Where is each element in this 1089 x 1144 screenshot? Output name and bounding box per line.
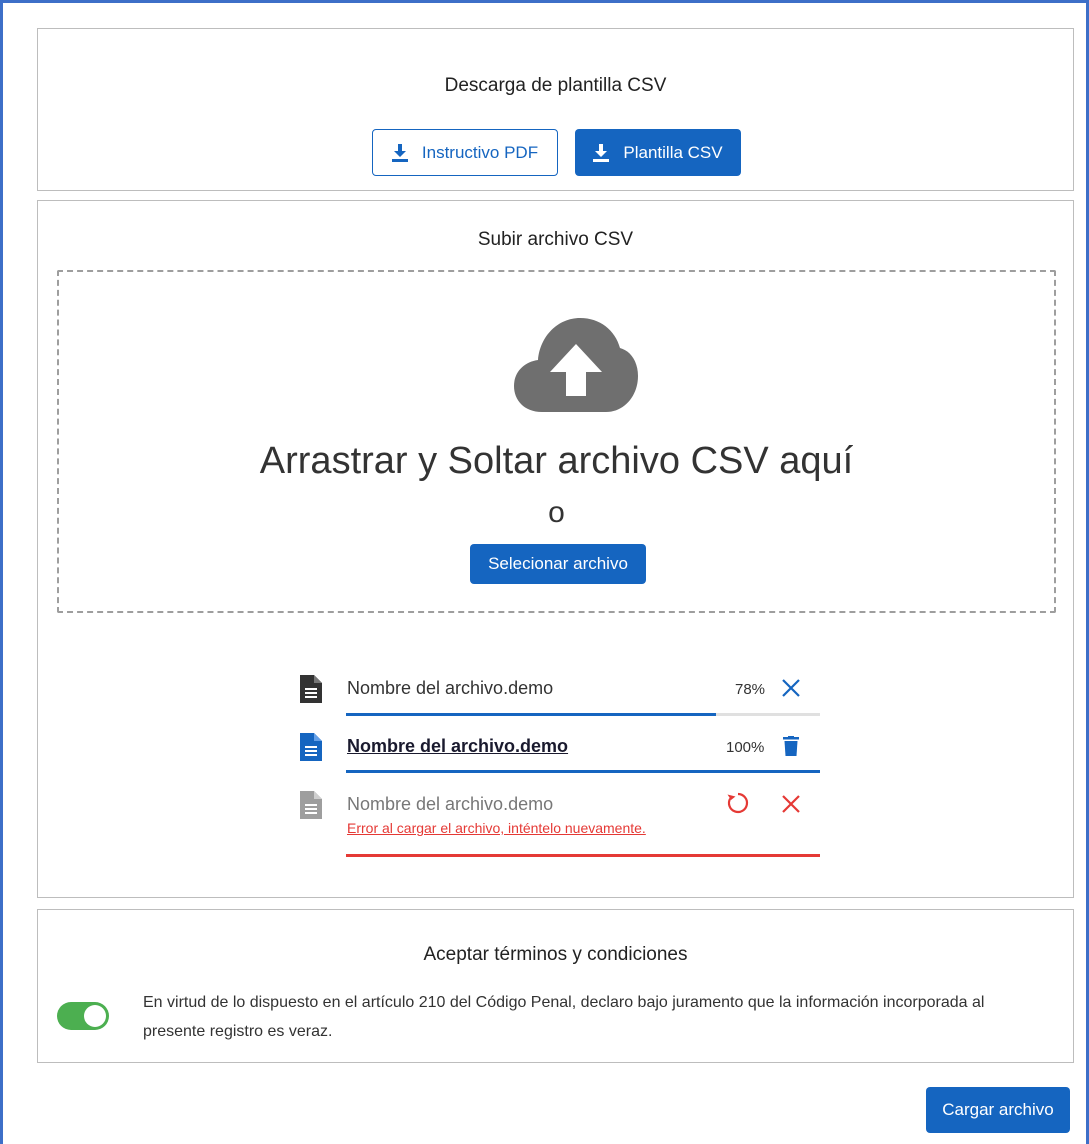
- cloud-upload-icon: [514, 318, 638, 412]
- upload-error-message: Error al cargar el archivo, inténtelo nu…: [347, 820, 646, 836]
- select-file-button[interactable]: Selecionar archivo: [470, 544, 646, 584]
- file-dropzone[interactable]: Arrastrar y Soltar archivo CSV aquí o Se…: [57, 270, 1056, 613]
- error-underline: [346, 854, 820, 857]
- upload-progress-fill: [346, 713, 716, 716]
- terms-title: Aceptar términos y condiciones: [423, 944, 688, 965]
- file-name: Nombre del archivo.demo: [347, 794, 554, 814]
- or-label: o: [548, 496, 565, 529]
- accept-terms-toggle[interactable]: [57, 1002, 109, 1030]
- terms-text: En virtud de lo dispuesto en el artículo…: [143, 994, 985, 1040]
- file-item-error: Nombre del archivo.demo Error al cargar …: [300, 791, 828, 861]
- upload-percent: 100%: [726, 739, 765, 756]
- upload-percent: 78%: [735, 681, 766, 698]
- upload-progress-bar: [346, 770, 820, 773]
- pdf-button-label: Instructivo PDF: [421, 142, 539, 162]
- file-item-complete: Nombre del archivo.demo 100%: [300, 733, 828, 778]
- csv-template-button[interactable]: Plantilla CSV: [575, 129, 741, 176]
- file-name-link[interactable]: Nombre del archivo.demo: [347, 736, 568, 757]
- pdf-instructions-button[interactable]: Instructivo PDF: [372, 129, 558, 176]
- file-document-icon: [300, 733, 322, 761]
- csv-button-label: Plantilla CSV: [623, 142, 723, 162]
- file-document-icon: [300, 791, 322, 819]
- toggle-knob: [84, 1005, 106, 1027]
- remove-file-icon[interactable]: [778, 791, 804, 817]
- file-item-uploading: Nombre del archivo.demo 78%: [300, 675, 828, 725]
- upload-csv-card: Subir archivo CSV Arrastrar y Soltar arc…: [37, 200, 1074, 898]
- cancel-upload-icon[interactable]: [778, 675, 804, 701]
- upload-title: Subir archivo CSV: [477, 229, 634, 250]
- submit-upload-button[interactable]: Cargar archivo: [926, 1087, 1070, 1133]
- file-document-icon: [300, 675, 322, 703]
- download-icon: [593, 143, 610, 162]
- drop-instructions: Arrastrar y Soltar archivo CSV aquí: [259, 440, 854, 482]
- download-title: Descarga de plantilla CSV: [444, 75, 667, 96]
- delete-trash-icon[interactable]: [780, 733, 802, 759]
- file-name: Nombre del archivo.demo: [347, 678, 554, 698]
- upload-progress-bar: [346, 713, 820, 716]
- retry-icon[interactable]: [724, 789, 752, 817]
- upload-progress-fill: [346, 770, 820, 773]
- download-template-card: Descarga de plantilla CSV Instructivo PD…: [37, 28, 1074, 191]
- terms-card: Aceptar términos y condiciones En virtud…: [37, 909, 1074, 1063]
- download-icon: [391, 143, 408, 162]
